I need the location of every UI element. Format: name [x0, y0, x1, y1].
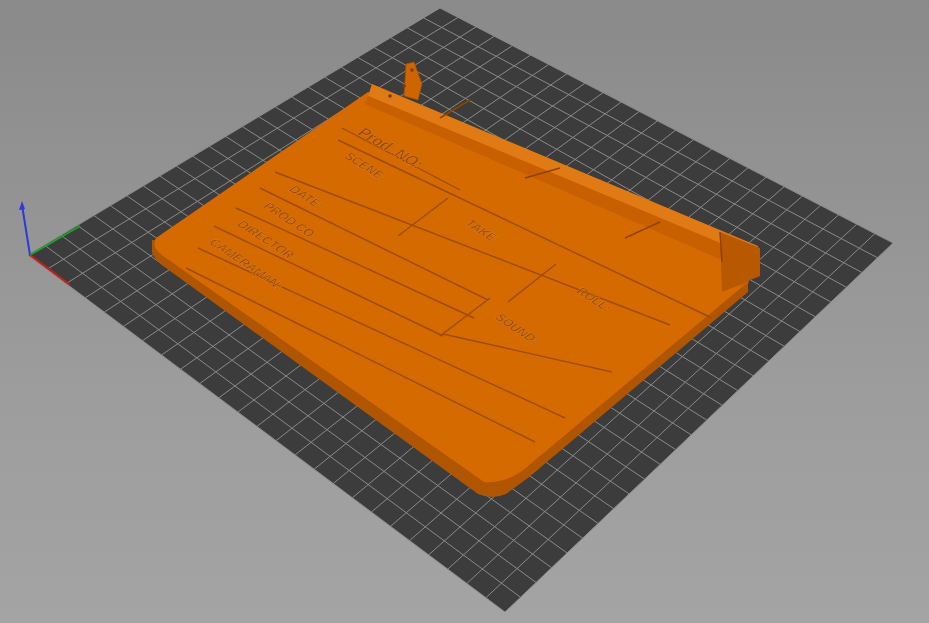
hinge [404, 62, 422, 100]
board-label: TAKE: [461, 217, 503, 245]
board-label: SCENE: [340, 150, 390, 183]
hinge-hole [388, 94, 392, 98]
clapper-strip [368, 84, 758, 258]
clapper-mark [625, 222, 660, 238]
clapper-strip-face [365, 96, 756, 290]
scene-canvas[interactable]: Prod .NO:SCENE:DATE:TAKE:PROD.CO:DIRECTO… [0, 0, 929, 623]
engraved-line [236, 208, 474, 318]
board-label: DATE: [285, 183, 327, 211]
clapper-mark [440, 100, 470, 118]
board-label: ROLL: [572, 285, 615, 313]
clapper-end-block [720, 232, 760, 292]
board-label: CAMERAMAN: [205, 237, 287, 292]
engraved-line [398, 198, 448, 236]
bed-grid [28, 8, 893, 612]
engraved-line [260, 188, 488, 300]
clapperboard-model[interactable]: Prod .NO:SCENE:DATE:TAKE:PROD.CO:DIRECTO… [152, 62, 760, 497]
clapper-mark [720, 232, 722, 262]
hinge-hole [402, 84, 406, 88]
print-bed [28, 8, 893, 612]
hinge-hole [410, 68, 414, 72]
engraved-line [440, 298, 490, 336]
board-top [154, 92, 756, 482]
engraved-line [214, 226, 443, 336]
clapper-mark [525, 168, 560, 178]
board-label: SOUND: [491, 312, 542, 347]
axes-icon [19, 201, 80, 285]
engraved-line [508, 264, 556, 302]
engraved-line [186, 268, 535, 442]
3d-viewport[interactable]: Prod .NO:SCENE:DATE:TAKE:PROD.CO:DIRECTO… [0, 0, 929, 623]
